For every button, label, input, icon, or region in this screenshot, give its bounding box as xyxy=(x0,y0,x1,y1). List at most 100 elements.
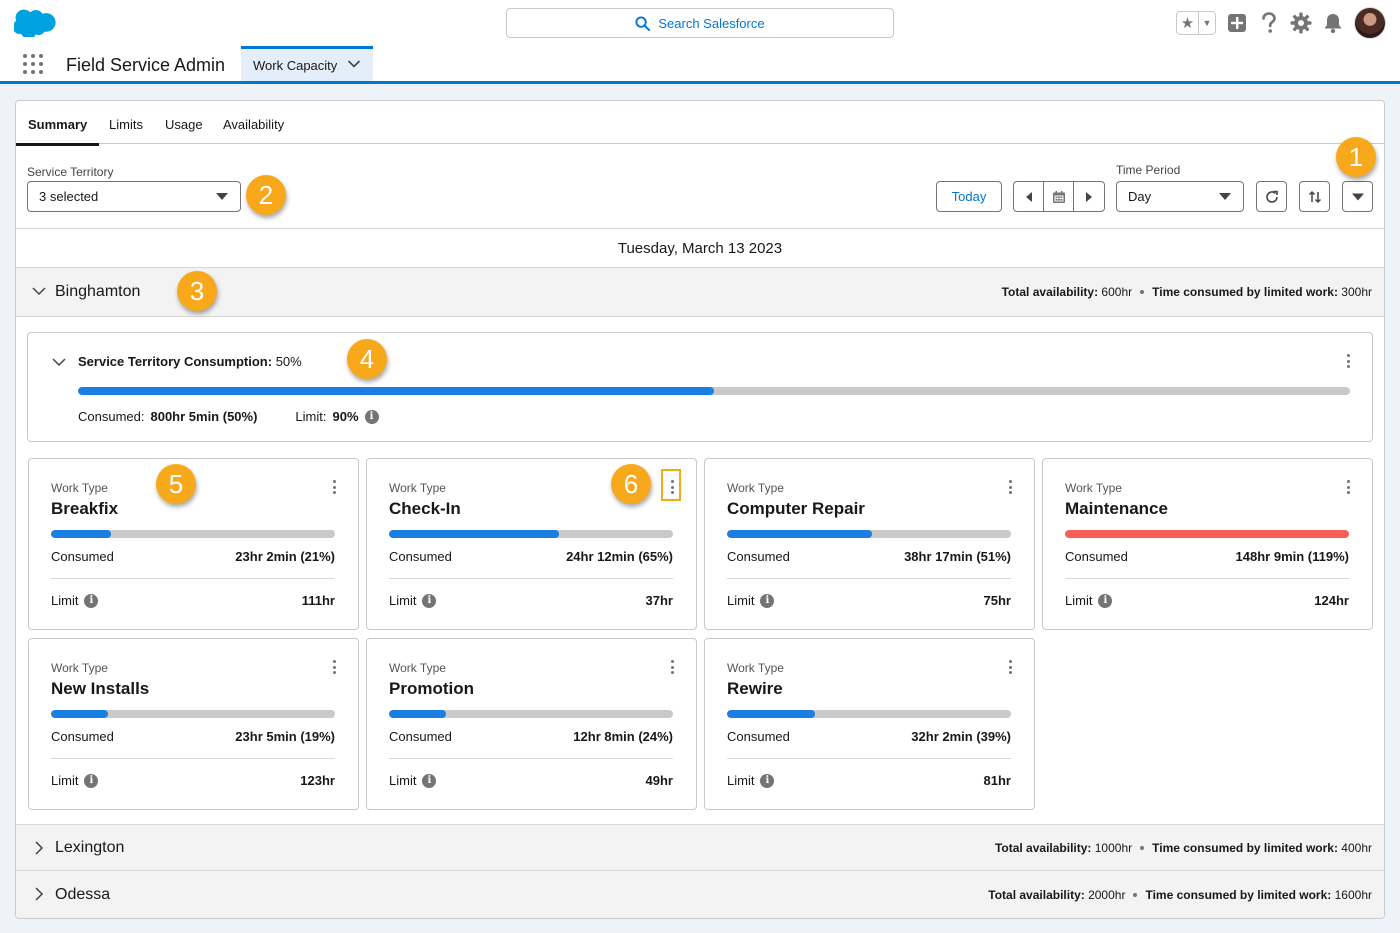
chevron-right-icon[interactable] xyxy=(32,841,46,855)
work-type-progress-bar xyxy=(727,530,1011,538)
limit-label: Limit xyxy=(727,593,755,608)
work-type-progress-bar xyxy=(389,710,673,718)
consumed-value: 148hr 9min (119%) xyxy=(1235,549,1349,564)
info-icon[interactable]: i xyxy=(84,593,99,608)
consumed-label: Consumed xyxy=(51,729,114,744)
work-type-card-computer-repair: Work Type Computer Repair Consumed 38hr 17m… xyxy=(704,458,1035,630)
kebab-menu-icon[interactable] xyxy=(1343,352,1353,370)
work-type-name: Promotion xyxy=(389,679,474,698)
add-icon[interactable] xyxy=(1226,11,1248,35)
territory-select-value: 3 selected xyxy=(39,189,99,204)
callout-badge-1: 1 xyxy=(1336,137,1376,177)
kebab-menu-icon[interactable] xyxy=(329,478,339,496)
kebab-menu-icon[interactable] xyxy=(1005,658,1015,676)
info-icon[interactable]: i xyxy=(84,773,99,788)
limit-value: 123hr xyxy=(300,773,335,788)
territory-select[interactable]: 3 selected xyxy=(27,181,241,212)
tab-usage[interactable]: Usage xyxy=(165,117,203,132)
kebab-menu-icon[interactable] xyxy=(329,658,339,676)
help-icon[interactable] xyxy=(1258,11,1280,35)
work-type-label: Work Type xyxy=(389,481,446,495)
kebab-menu-icon[interactable] xyxy=(1005,478,1015,496)
sort-button[interactable] xyxy=(1299,181,1330,212)
work-type-progress-fill xyxy=(389,530,560,538)
info-icon[interactable]: i xyxy=(1098,593,1113,608)
chevron-down-icon[interactable] xyxy=(347,57,361,71)
work-type-name: Breakfix xyxy=(51,499,119,518)
availability-label: Total availability: xyxy=(988,888,1085,902)
star-icon[interactable]: ★ xyxy=(1177,12,1199,34)
work-type-name: Check-In xyxy=(389,499,461,518)
territory-stats: Total availability: 600hr Time consumed … xyxy=(1002,285,1372,299)
territory-row-lexington[interactable]: Lexington Total availability: 1000hr Tim… xyxy=(16,824,1384,871)
limit-value: 111hr xyxy=(301,593,335,608)
consumed-value: 300hr xyxy=(1341,285,1372,299)
territory-stats: Total availability: 2000hr Time consumed… xyxy=(988,888,1372,902)
salesforce-logo[interactable] xyxy=(14,9,56,37)
callout-badge-3: 3 xyxy=(177,271,217,311)
consumed-label: Consumed xyxy=(727,729,790,744)
global-search-input[interactable]: Search Salesforce xyxy=(506,8,894,38)
limit-value: 81hr xyxy=(983,773,1011,788)
work-type-progress-bar xyxy=(1065,530,1349,538)
refresh-button[interactable] xyxy=(1256,181,1287,212)
app-launcher-icon[interactable] xyxy=(23,54,43,74)
limit-label: Limit xyxy=(389,593,417,608)
previous-period-button[interactable] xyxy=(1014,182,1044,211)
limit-value: 124hr xyxy=(1314,593,1349,608)
gear-icon[interactable] xyxy=(1290,11,1312,35)
sort-icon xyxy=(1308,190,1321,203)
callout-badge-6: 6 xyxy=(611,464,651,504)
limit-row: Limit i 49hr xyxy=(389,773,673,788)
limit-label: Limit: xyxy=(295,409,327,424)
chevron-down-icon[interactable] xyxy=(32,284,46,298)
consumed-row: Consumed 23hr 2min (21%) xyxy=(51,549,335,564)
calendar-button[interactable] xyxy=(1044,182,1074,211)
notifications-bell-icon[interactable] xyxy=(1322,11,1344,35)
info-icon[interactable]: i xyxy=(760,773,775,788)
info-icon[interactable]: i xyxy=(760,593,775,608)
work-type-card-new-installs: Work Type New Installs Consumed 23hr 5min (… xyxy=(28,638,359,810)
consumed-row: Consumed 148hr 9min (119%) xyxy=(1065,549,1349,564)
favorites-button-group[interactable]: ★ ▼ xyxy=(1176,11,1216,35)
consumed-value: 400hr xyxy=(1341,840,1372,855)
work-type-progress-fill xyxy=(51,530,111,538)
consumed-label: Consumed xyxy=(51,549,114,564)
chevron-down-icon[interactable] xyxy=(52,355,66,369)
work-type-name: Maintenance xyxy=(1065,499,1168,518)
tab-summary[interactable]: Summary xyxy=(16,117,100,146)
time-period-value: Day xyxy=(1128,189,1152,204)
chevron-right-icon[interactable] xyxy=(32,887,46,901)
callout-badge-5: 5 xyxy=(156,464,196,504)
work-capacity-card: Summary Limits Usage Availability Servic… xyxy=(15,100,1385,919)
tab-limits[interactable]: Limits xyxy=(109,117,143,132)
kebab-menu-icon[interactable] xyxy=(1343,478,1353,496)
territory-row-odessa[interactable]: Odessa Total availability: 2000hr Time c… xyxy=(16,871,1384,918)
info-icon[interactable]: i xyxy=(364,409,379,424)
consumption-percent: 50% xyxy=(275,354,302,369)
search-icon xyxy=(635,15,651,31)
more-actions-dropdown-button[interactable] xyxy=(1342,181,1373,212)
info-icon[interactable]: i xyxy=(422,773,437,788)
territory-name: Odessa xyxy=(55,886,111,903)
consumption-summary: Consumed: 800hr 5min (50%) Limit: 90% i xyxy=(78,409,379,424)
kebab-menu-icon[interactable] xyxy=(667,658,677,676)
today-button[interactable]: Today xyxy=(936,181,1002,212)
consumed-value: 23hr 2min (21%) xyxy=(235,549,335,564)
tab-availability[interactable]: Availability xyxy=(223,117,284,132)
favorites-dropdown-icon[interactable]: ▼ xyxy=(1199,12,1215,34)
limit-label: Limit xyxy=(51,773,79,788)
nav-tab-work-capacity[interactable]: Work Capacity xyxy=(241,46,373,81)
limit-label: Limit xyxy=(727,773,755,788)
info-icon[interactable]: i xyxy=(422,593,437,608)
workspace: Summary Limits Usage Availability Servic… xyxy=(0,84,1400,933)
territory-name: Binghamton xyxy=(55,283,141,300)
time-period-select[interactable]: Day xyxy=(1116,181,1244,212)
limit-value: 37hr xyxy=(645,593,673,608)
work-type-label: Work Type xyxy=(389,661,446,675)
user-avatar[interactable] xyxy=(1354,7,1386,39)
next-period-button[interactable] xyxy=(1074,182,1104,211)
territory-row-binghamton[interactable]: Binghamton Total availability: 600hr Tim… xyxy=(16,268,1384,317)
work-type-progress-fill xyxy=(51,710,108,718)
filter-toolbar: Service Territory 3 selected Today Time … xyxy=(16,145,1384,229)
